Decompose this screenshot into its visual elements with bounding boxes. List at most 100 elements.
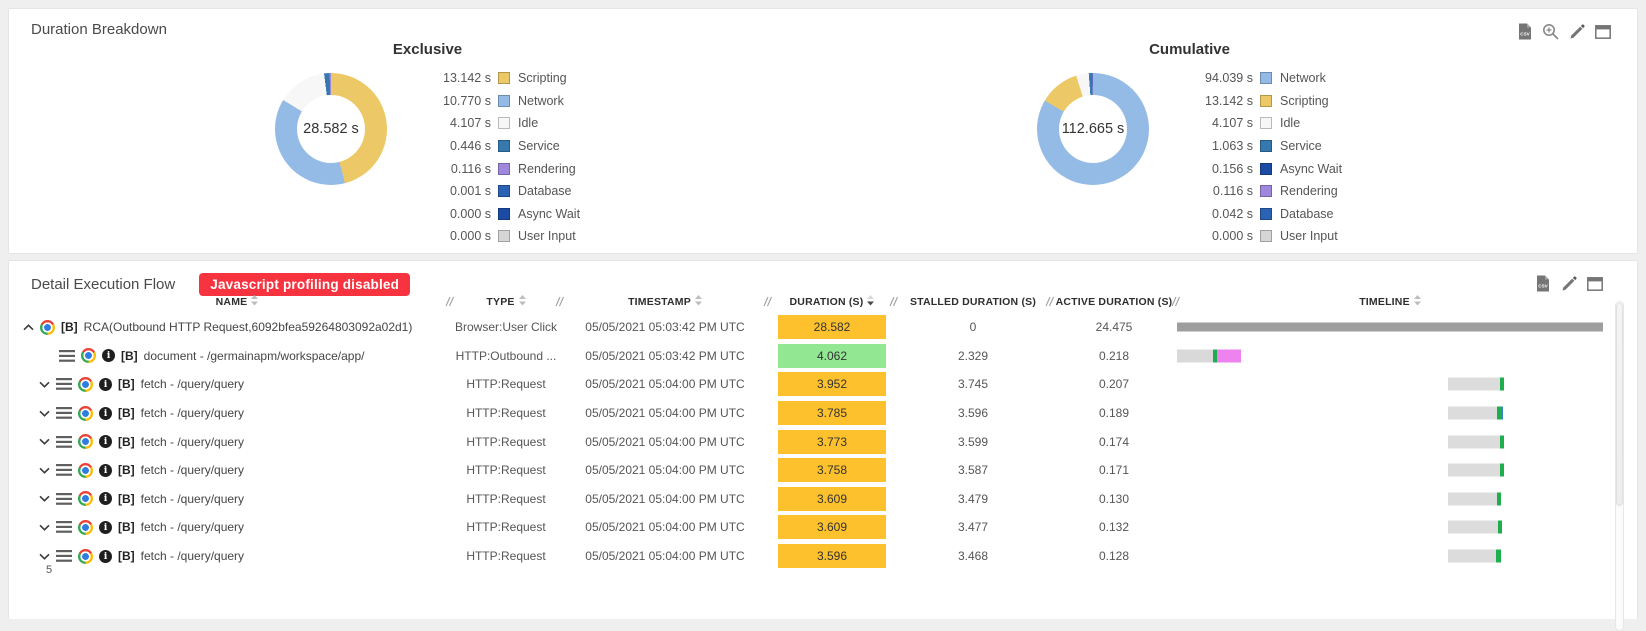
- info-icon[interactable]: i: [99, 435, 112, 448]
- timeline-bar[interactable]: [1448, 521, 1603, 534]
- legend-item[interactable]: 0.000 sUser Input: [1177, 225, 1342, 248]
- legend-item[interactable]: 0.446 sService: [415, 135, 580, 158]
- maximize-icon[interactable]: [1594, 23, 1611, 40]
- table-row[interactable]: i[B]fetch - /query/queryHTTP:Request05/0…: [23, 427, 1603, 456]
- timeline-bar[interactable]: [1448, 435, 1603, 448]
- timeline-bar[interactable]: [1448, 378, 1603, 391]
- menu-icon[interactable]: [59, 350, 75, 362]
- expand-chevron-icon[interactable]: [39, 467, 50, 474]
- breakdown-toolbar: CSV: [1516, 23, 1611, 40]
- timeline-bar[interactable]: [1177, 323, 1603, 332]
- sort-icon[interactable]: [695, 295, 702, 309]
- legend-item[interactable]: 13.142 sScripting: [415, 67, 580, 90]
- expand-chevron-icon[interactable]: [39, 410, 50, 417]
- legend-value: 0.000 s: [415, 207, 491, 221]
- timeline-cell: [1177, 427, 1603, 456]
- timeline-segment: [1500, 464, 1504, 477]
- collapse-chevron-icon[interactable]: [23, 324, 34, 331]
- expand-chevron-icon[interactable]: [39, 524, 50, 531]
- column-label: NAME: [216, 296, 248, 308]
- legend-item[interactable]: 94.039 sNetwork: [1177, 67, 1342, 90]
- menu-icon[interactable]: [56, 493, 72, 505]
- sort-icon[interactable]: [251, 295, 258, 309]
- column-header-active-duration-s[interactable]: ACTIVE DURATION (S): [1051, 291, 1177, 313]
- info-icon[interactable]: i: [99, 492, 112, 505]
- csv-export-icon[interactable]: CSV: [1516, 23, 1533, 40]
- row-name-text: RCA(Outbound HTTP Request,6092bfea592648…: [84, 320, 413, 334]
- expand-chevron-icon[interactable]: [39, 495, 50, 502]
- legend-swatch: [498, 140, 510, 152]
- duration-value-badge: 3.773: [778, 430, 886, 454]
- sort-icon[interactable]: [1414, 295, 1421, 309]
- cumulative-donut-chart[interactable]: 112.665 s: [1037, 73, 1149, 185]
- legend-item[interactable]: 1.063 sService: [1177, 135, 1342, 158]
- table-row[interactable]: i[B]fetch - /query/queryHTTP:Request05/0…: [23, 399, 1603, 428]
- legend-item[interactable]: 0.000 sAsync Wait: [415, 203, 580, 226]
- timeline-bar[interactable]: [1448, 492, 1603, 505]
- legend-label: User Input: [1280, 229, 1342, 243]
- exclusive-chart-group: Exclusive 28.582 s 13.142 sScripting10.7…: [275, 41, 580, 248]
- scrollbar-thumb[interactable]: [1616, 303, 1623, 506]
- chrome-browser-icon: [78, 491, 93, 506]
- chrome-browser-icon: [78, 520, 93, 535]
- sort-icon[interactable]: [519, 295, 526, 309]
- legend-item[interactable]: 0.116 sRendering: [415, 157, 580, 180]
- table-row[interactable]: i[B]fetch - /query/queryHTTP:Request05/0…: [23, 542, 1603, 571]
- timeline-bar[interactable]: [1448, 550, 1603, 563]
- timeline-segment: [1217, 349, 1241, 362]
- expand-chevron-icon[interactable]: [39, 553, 50, 560]
- exclusive-donut-chart[interactable]: 28.582 s: [275, 73, 387, 185]
- column-header-timestamp[interactable]: TIMESTAMP: [561, 291, 769, 313]
- column-header-name[interactable]: NAME: [23, 291, 451, 313]
- menu-icon[interactable]: [56, 521, 72, 533]
- table-row[interactable]: i[B]fetch - /query/queryHTTP:Request05/0…: [23, 370, 1603, 399]
- legend-item[interactable]: 4.107 sIdle: [1177, 112, 1342, 135]
- menu-icon[interactable]: [56, 407, 72, 419]
- legend-item[interactable]: 13.142 sScripting: [1177, 90, 1342, 113]
- table-row[interactable]: i[B]fetch - /query/queryHTTP:Request05/0…: [23, 513, 1603, 542]
- timeline-bar[interactable]: [1448, 407, 1603, 420]
- name-cell: i[B]fetch - /query/query: [23, 463, 451, 478]
- table-row[interactable]: i[B]fetch - /query/queryHTTP:Request05/0…: [23, 456, 1603, 485]
- info-icon[interactable]: i: [99, 378, 112, 391]
- zoom-in-icon[interactable]: [1542, 23, 1559, 40]
- duration-value-badge: 3.785: [778, 401, 886, 425]
- legend-item[interactable]: 0.001 sDatabase: [415, 180, 580, 203]
- duration-cell: 4.062: [769, 344, 895, 368]
- menu-icon[interactable]: [56, 550, 72, 562]
- timeline-cell: [1177, 542, 1603, 571]
- expand-chevron-icon[interactable]: [39, 438, 50, 445]
- legend-item[interactable]: 10.770 sNetwork: [415, 90, 580, 113]
- vertical-scrollbar[interactable]: [1615, 301, 1624, 631]
- name-cell: i[B]fetch - /query/query: [23, 377, 451, 392]
- table-row[interactable]: i[B]fetch - /query/queryHTTP:Request05/0…: [23, 485, 1603, 514]
- menu-icon[interactable]: [56, 378, 72, 390]
- timeline-bar[interactable]: [1177, 349, 1603, 362]
- info-icon[interactable]: i: [99, 407, 112, 420]
- info-icon[interactable]: i: [102, 349, 115, 362]
- legend-item[interactable]: 0.000 sUser Input: [415, 225, 580, 248]
- table-row[interactable]: [B]RCA(Outbound HTTP Request,6092bfea592…: [23, 313, 1603, 342]
- info-icon[interactable]: i: [99, 521, 112, 534]
- column-header-stalled-duration-s[interactable]: STALLED DURATION (S): [895, 291, 1051, 313]
- table-row[interactable]: i[B]document - /germainapm/workspace/app…: [23, 342, 1603, 371]
- column-header-timeline[interactable]: TIMELINE: [1177, 291, 1603, 313]
- csv-export-icon[interactable]: CSV: [1534, 275, 1551, 292]
- menu-icon[interactable]: [56, 436, 72, 448]
- column-header-duration-s[interactable]: DURATION (S): [769, 291, 895, 313]
- legend-item[interactable]: 0.042 sDatabase: [1177, 203, 1342, 226]
- legend-item[interactable]: 4.107 sIdle: [415, 112, 580, 135]
- maximize-icon[interactable]: [1586, 275, 1603, 292]
- sort-icon[interactable]: [867, 295, 874, 309]
- timeline-bar[interactable]: [1448, 464, 1603, 477]
- expand-chevron-icon[interactable]: [39, 381, 50, 388]
- column-label: TIMESTAMP: [628, 296, 691, 308]
- legend-item[interactable]: 0.156 sAsync Wait: [1177, 157, 1342, 180]
- info-icon[interactable]: i: [99, 550, 112, 563]
- menu-icon[interactable]: [56, 464, 72, 476]
- legend-item[interactable]: 0.116 sRendering: [1177, 180, 1342, 203]
- edit-icon[interactable]: [1568, 23, 1585, 40]
- info-icon[interactable]: i: [99, 464, 112, 477]
- column-header-type[interactable]: TYPE: [451, 291, 561, 313]
- edit-icon[interactable]: [1560, 275, 1577, 292]
